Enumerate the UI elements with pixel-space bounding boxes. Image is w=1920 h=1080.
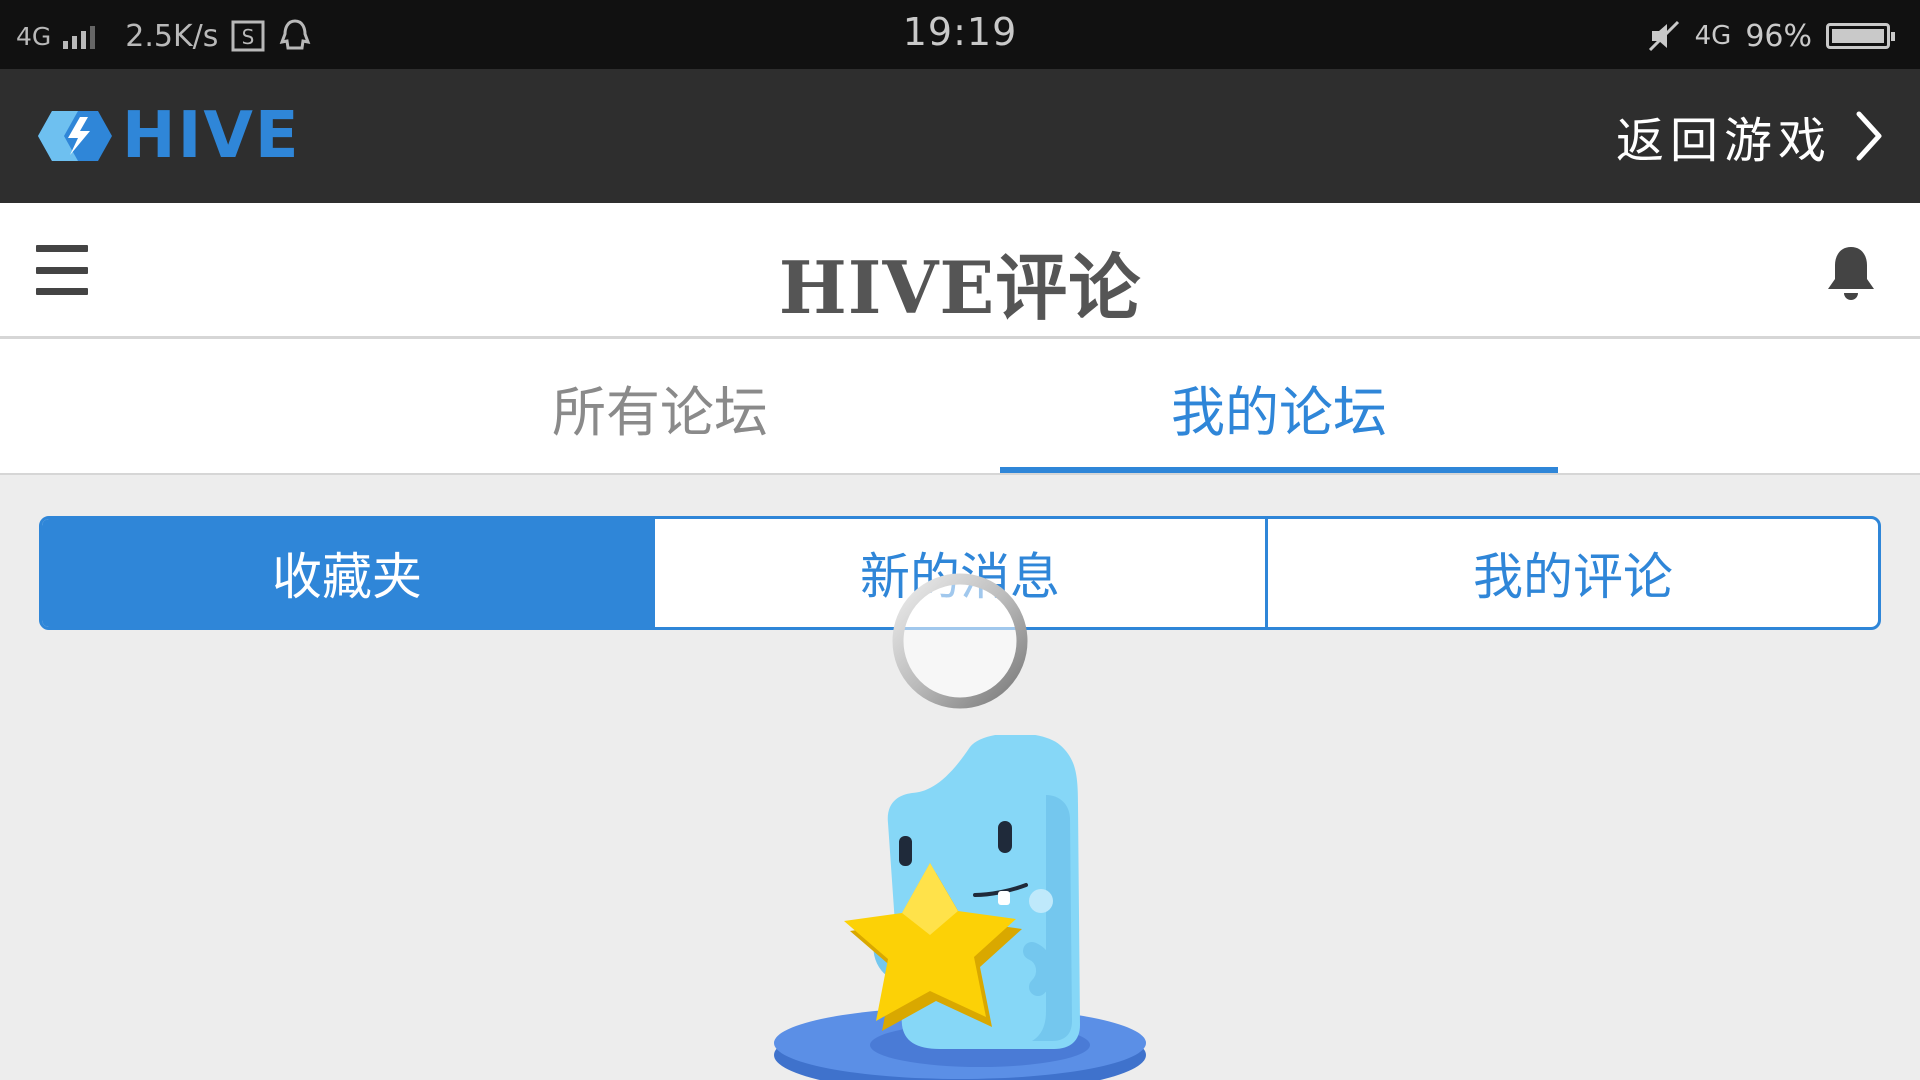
status-time: 19:19 bbox=[902, 10, 1018, 54]
tab-my-forums[interactable]: 我的论坛 bbox=[1000, 339, 1558, 475]
forum-tabs: 所有论坛 我的论坛 bbox=[0, 339, 1920, 475]
tab-all-forums[interactable]: 所有论坛 bbox=[440, 339, 880, 475]
bell-icon[interactable] bbox=[1824, 243, 1878, 305]
loading-spinner bbox=[892, 573, 1028, 709]
back-to-game-label: 返回游戏 bbox=[1615, 113, 1832, 169]
active-tab-indicator bbox=[1000, 467, 1558, 473]
mascot-illustration bbox=[774, 735, 1146, 1080]
hive-brand-text: HIVE bbox=[122, 99, 301, 173]
status-right: 4G 96% bbox=[1647, 14, 1895, 58]
chevron-right-icon bbox=[1856, 111, 1882, 161]
segment-my-comments[interactable]: 我的评论 bbox=[1265, 519, 1878, 627]
hive-hexagon-icon bbox=[38, 111, 112, 161]
battery-icon bbox=[1826, 23, 1895, 49]
page-title: HIVE评论 bbox=[778, 245, 1142, 330]
hive-logo: HIVE bbox=[38, 99, 301, 173]
title-bar: HIVE评论 bbox=[0, 203, 1920, 339]
back-to-game-button[interactable]: 返回游戏 bbox=[1616, 105, 1884, 169]
battery-percent: 96% bbox=[1745, 18, 1812, 54]
network-type-right: 4G bbox=[1694, 21, 1732, 51]
hive-header: HIVE 返回游戏 bbox=[0, 69, 1920, 203]
mute-icon bbox=[1648, 20, 1679, 52]
status-bar: 4G 2.5K/s S 19:19 4G 96% bbox=[0, 0, 1920, 69]
segment-favorites[interactable]: 收藏夹 bbox=[42, 519, 652, 627]
